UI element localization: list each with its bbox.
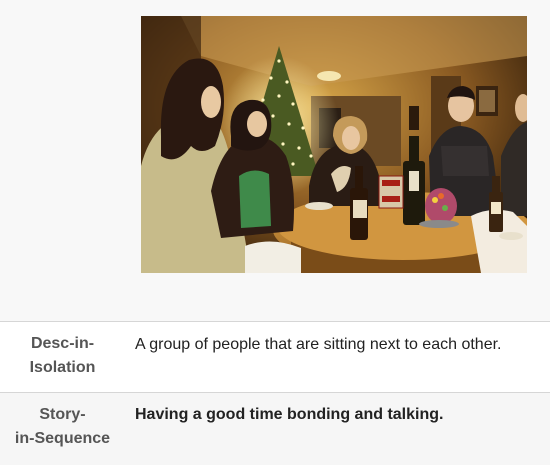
label-line: Desc-in- bbox=[30, 335, 95, 352]
label-line: Isolation bbox=[29, 359, 96, 376]
photo-people-at-table bbox=[141, 16, 527, 273]
desc-in-isolation-label: Desc-in- Isolation bbox=[0, 322, 125, 393]
desc-in-isolation-row: Desc-in- Isolation A group of people tha… bbox=[0, 321, 550, 393]
label-line: Story- bbox=[39, 406, 86, 423]
story-in-sequence-text: Having a good time bonding and talking. bbox=[135, 406, 444, 423]
label-line: in-Sequence bbox=[14, 430, 111, 447]
story-in-sequence-row: Story- in-Sequence Having a good time bo… bbox=[0, 392, 550, 465]
desc-in-isolation-text: A group of people that are sitting next … bbox=[135, 336, 502, 353]
story-in-sequence-label: Story- in-Sequence bbox=[0, 393, 125, 465]
